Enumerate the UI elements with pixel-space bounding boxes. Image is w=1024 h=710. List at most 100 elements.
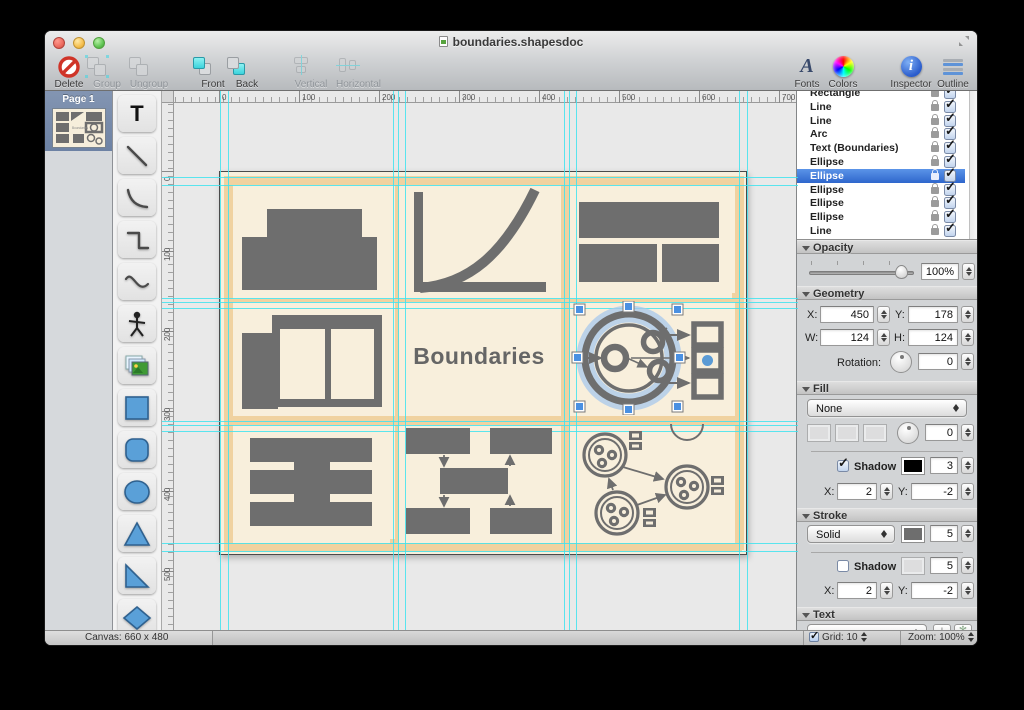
guide-horizontal[interactable] (162, 421, 798, 422)
inspector-button[interactable]: i Inspector (889, 55, 933, 90)
shape-three-rectangles[interactable] (569, 184, 731, 298)
layer-row[interactable]: Ellipse✓ (797, 183, 965, 197)
fill-shadow-x-field[interactable]: 2 (837, 483, 877, 500)
lock-icon[interactable] (931, 214, 939, 221)
curve-tool[interactable] (118, 263, 156, 300)
stroke-section-header[interactable]: Stroke (797, 508, 977, 522)
stroke-shadow-y-field[interactable]: -2 (911, 582, 958, 599)
lock-icon[interactable] (931, 104, 939, 111)
layer-row[interactable]: Line✓ (797, 224, 965, 238)
geometry-y-field[interactable]: 178 (908, 306, 958, 323)
lock-icon[interactable] (931, 91, 939, 97)
shape-cell-network[interactable] (569, 424, 731, 538)
geometry-y-stepper[interactable] (961, 306, 974, 323)
opacity-section-header[interactable]: Opacity (797, 240, 977, 254)
fill-shadow-blur-field[interactable]: 3 (930, 457, 958, 474)
guide-horizontal[interactable] (162, 298, 798, 299)
text-section-header[interactable]: Text (797, 607, 977, 621)
fill-shadow-y-stepper[interactable] (961, 483, 974, 500)
guide-vertical[interactable] (220, 91, 221, 630)
triangle-tool[interactable] (118, 515, 156, 552)
layer-row[interactable]: Ellipse✓ (797, 155, 965, 169)
canvas-viewport[interactable]: 0 100 200 300 400 500 600 700 0 100 200 … (162, 91, 798, 630)
lock-icon[interactable] (931, 173, 939, 180)
grid-control[interactable]: Grid: 10 (809, 631, 899, 645)
person-tool[interactable] (118, 305, 156, 342)
lock-icon[interactable] (931, 118, 939, 125)
elbow-line-tool[interactable] (118, 221, 156, 258)
rotation-stepper[interactable] (961, 353, 974, 370)
fill-section-header[interactable]: Fill (797, 381, 977, 395)
rotation-field[interactable]: 0 (918, 353, 958, 370)
fill-angle-field[interactable]: 0 (925, 424, 958, 441)
arc-tool[interactable] (118, 179, 156, 216)
geometry-x-stepper[interactable] (877, 306, 890, 323)
stroke-shadow-blur-field[interactable]: 5 (930, 557, 958, 574)
guide-vertical[interactable] (747, 91, 748, 630)
fill-type-dropdown[interactable]: None (807, 399, 967, 417)
selected-ellipse-diagram[interactable] (569, 301, 731, 415)
layer-row[interactable]: Ellipse✓ (797, 196, 965, 210)
fill-shadow-y-field[interactable]: -2 (911, 483, 958, 500)
fill-shadow-checkbox[interactable]: ✓ (837, 460, 849, 472)
fill-shadow-blur-stepper[interactable] (961, 457, 974, 474)
geometry-x-field[interactable]: 450 (820, 306, 874, 323)
geometry-h-stepper[interactable] (961, 329, 974, 346)
lock-icon[interactable] (931, 145, 939, 152)
shape-flowchart[interactable] (398, 424, 560, 538)
ellipse-tool[interactable] (118, 473, 156, 510)
colors-button[interactable]: Colors (821, 55, 865, 90)
page-1-thumbnail[interactable]: Boundaries (52, 108, 106, 148)
opacity-value-field[interactable]: 100% (921, 263, 959, 280)
lock-icon[interactable] (931, 131, 939, 138)
geometry-section-header[interactable]: Geometry (797, 286, 977, 300)
guide-vertical[interactable] (228, 91, 229, 630)
page-1-item[interactable]: Page 1 Boundaries (45, 91, 112, 151)
shape-window-panes[interactable] (232, 301, 394, 415)
stroke-type-dropdown[interactable]: Solid (807, 525, 895, 543)
layers-scrollbar[interactable] (969, 91, 977, 240)
grid-checkbox[interactable] (809, 632, 819, 642)
stroke-shadow-blur-stepper[interactable] (961, 557, 974, 574)
stroke-width-stepper[interactable] (961, 525, 974, 542)
geometry-w-stepper[interactable] (877, 329, 890, 346)
layer-row-selected[interactable]: Ellipse✓ (797, 169, 965, 183)
guide-horizontal[interactable] (162, 551, 798, 552)
visibility-checkbox[interactable]: ✓ (944, 225, 956, 237)
stroke-width-field[interactable]: 5 (930, 525, 958, 542)
zoom-control[interactable]: Zoom: 100% (908, 631, 978, 645)
right-triangle-tool[interactable] (118, 557, 156, 594)
grid-stepper[interactable] (860, 632, 869, 642)
back-button[interactable]: Back (225, 55, 269, 90)
guide-horizontal[interactable] (162, 177, 798, 178)
line-tool[interactable] (118, 137, 156, 174)
stroke-shadow-y-stepper[interactable] (961, 582, 974, 599)
shape-triple-bars[interactable] (232, 424, 394, 538)
rotation-dial[interactable] (890, 351, 912, 373)
text-tool[interactable]: T (118, 95, 156, 132)
lock-icon[interactable] (931, 187, 939, 194)
diamond-tool[interactable] (118, 599, 156, 630)
layer-row[interactable]: Line✓ (797, 114, 965, 128)
zoom-stepper[interactable] (967, 632, 976, 642)
guide-vertical[interactable] (564, 91, 565, 630)
fill-shadow-x-stepper[interactable] (880, 483, 893, 500)
geometry-w-field[interactable]: 124 (820, 329, 874, 346)
rectangle-tool[interactable] (118, 389, 156, 426)
layer-row[interactable]: Arc✓ (797, 127, 965, 141)
fill-shadow-color-well[interactable] (901, 457, 925, 475)
guide-horizontal[interactable] (162, 543, 798, 544)
stroke-shadow-x-stepper[interactable] (880, 582, 893, 599)
fullscreen-icon[interactable] (959, 36, 969, 46)
image-tool[interactable] (118, 347, 156, 384)
layer-row[interactable]: Line✓ (797, 100, 965, 114)
stroke-shadow-checkbox[interactable] (837, 560, 849, 572)
boundaries-text[interactable]: Boundaries (398, 343, 560, 370)
lock-icon[interactable] (931, 228, 939, 235)
stroke-shadow-x-field[interactable]: 2 (837, 582, 877, 599)
fill-angle-dial[interactable] (897, 422, 919, 444)
layer-row[interactable]: Ellipse✓ (797, 210, 965, 224)
outline-button[interactable]: Outline (931, 55, 975, 90)
shape-growth-curve[interactable] (398, 184, 560, 298)
shape-podium[interactable] (232, 184, 394, 298)
